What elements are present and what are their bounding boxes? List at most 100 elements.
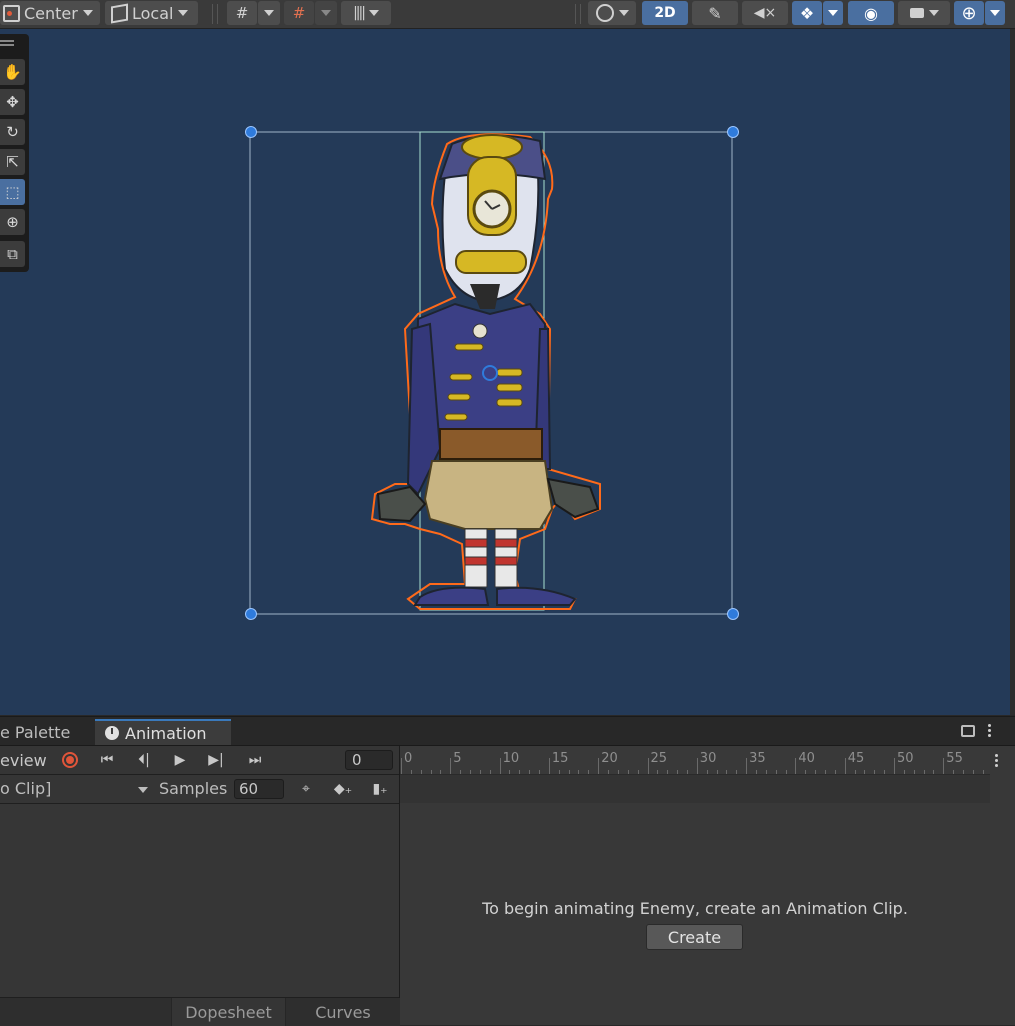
grid-snap-dropdown[interactable] (258, 1, 280, 25)
gizmos-dropdown[interactable] (985, 1, 1005, 25)
mode-2d-toggle[interactable]: 2D (642, 1, 688, 25)
ruler-tick (795, 758, 797, 774)
ruler-tick (657, 770, 659, 774)
tab-label: Animation (125, 723, 207, 743)
animation-panel: e Palette Animation eview ⏮ ⏴| ▶ ▶| ⏭ 0 … (0, 716, 1015, 1026)
ruler-tick (736, 770, 738, 774)
effects-dropdown[interactable] (823, 1, 843, 25)
rotate-tool-button[interactable]: ↻ (0, 119, 25, 145)
timeline-menu-icon[interactable] (994, 753, 1000, 769)
ruler-tick (972, 770, 974, 774)
preview-toggle[interactable]: eview (0, 746, 50, 774)
effects-toggle[interactable]: ❖ (792, 1, 822, 25)
audio-toggle[interactable]: ◀× (742, 1, 788, 25)
ruler-tick (726, 770, 728, 774)
clip-dropdown[interactable]: o Clip] (0, 775, 155, 803)
ruler-tick-label: 40 (798, 751, 815, 766)
lighting-toggle[interactable]: ✎ (692, 1, 738, 25)
clip-row: o Clip] Samples 60 ⌖ ◆₊ ▮₊ (0, 775, 399, 804)
camera-dropdown[interactable] (898, 1, 950, 25)
timeline-ruler[interactable]: 0 5 10 15 20 25 30 35 40 45 50 55 (400, 746, 990, 775)
ruler-tick (706, 770, 708, 774)
eye-hidden-icon: ◉ (864, 3, 878, 23)
hand-tool-button[interactable]: ✋ (0, 59, 25, 85)
space-dropdown[interactable]: Local (105, 1, 198, 25)
ruler-tick-label: 45 (847, 751, 865, 766)
ruler-tick (430, 770, 432, 774)
ruler-tick (470, 770, 472, 774)
grid-snap-toggle[interactable]: # (227, 1, 257, 25)
ruler-tick-label: 50 (897, 751, 914, 766)
scene-toolbar: Center Local # # |||| 2D ✎ ◀× ❖ ◉ ⊕ (0, 0, 1015, 29)
ruler-tick (608, 770, 610, 774)
samples-field[interactable]: 60 (234, 779, 284, 799)
ruler-tick (775, 770, 777, 774)
rect-handle-bottom-left[interactable] (245, 608, 257, 620)
lock-icon[interactable] (961, 725, 975, 737)
scene-view[interactable] (0, 29, 1010, 715)
tool-strip-grip-icon[interactable] (0, 40, 14, 42)
gizmos-toggle[interactable]: ⊕ (954, 1, 984, 25)
rect-tool-button[interactable]: ⬚ (0, 179, 25, 205)
chevron-down-icon (178, 10, 189, 16)
ruler-tick-label: 10 (502, 751, 520, 766)
tab-tile-palette[interactable]: e Palette (0, 719, 95, 745)
ruler-tick (923, 770, 925, 774)
add-event-button[interactable]: ▮₊ (364, 775, 396, 803)
cube-icon (111, 3, 128, 23)
rect-transform-icon: ⬚ (5, 183, 20, 201)
increment-snap-toggle[interactable]: # (284, 1, 314, 25)
increment-snap-dropdown[interactable] (315, 1, 337, 25)
dopesheet-tab[interactable]: Dopesheet (171, 998, 285, 1026)
custom-tool-button[interactable]: ⧉ (0, 241, 25, 267)
scale-tool-button[interactable]: ⇱ (0, 149, 25, 175)
ruler-tick (440, 770, 442, 774)
scene-scrollbar[interactable] (1010, 29, 1015, 715)
filter-by-selection-button[interactable]: ⌖ (290, 775, 322, 803)
ruler-tick (677, 770, 679, 774)
move-tool-button[interactable]: ✥ (0, 89, 25, 115)
custom-tool-icon: ⧉ (7, 245, 18, 263)
chevron-down-icon (138, 787, 148, 793)
first-frame-button[interactable]: ⏮ (90, 746, 124, 774)
grid-visibility-dropdown[interactable]: |||| (341, 1, 391, 25)
play-button[interactable]: ▶ (165, 746, 195, 774)
add-keyframe-icon: ◆₊ (333, 781, 353, 797)
panel-menu-icon[interactable] (987, 723, 993, 739)
rotate-icon: ↻ (6, 123, 19, 141)
transform-tool-button[interactable]: ⊕ (0, 209, 25, 235)
ruler-tick (854, 770, 856, 774)
current-frame-field[interactable]: 0 (345, 750, 393, 770)
rect-handle-bottom-right[interactable] (727, 608, 739, 620)
draw-mode-dropdown[interactable] (588, 1, 636, 25)
record-button[interactable] (55, 746, 85, 774)
tab-animation[interactable]: Animation (95, 719, 231, 745)
panel-tab-bar: e Palette Animation (0, 717, 1015, 746)
pivot-dropdown[interactable]: Center (0, 1, 100, 25)
hand-icon: ✋ (3, 63, 22, 81)
curves-tab[interactable]: Curves (285, 998, 400, 1026)
rect-handle-top-left[interactable] (245, 126, 257, 138)
dopesheet-label: Dopesheet (185, 1002, 272, 1022)
ruler-tick (746, 758, 748, 774)
ruler-tick (982, 770, 984, 774)
previous-frame-button[interactable]: ⏴| (128, 746, 160, 774)
animation-controls: eview ⏮ ⏴| ▶ ▶| ⏭ 0 (0, 746, 399, 775)
space-label: Local (132, 3, 174, 23)
last-frame-button[interactable]: ⏭ (238, 746, 272, 774)
event-track[interactable] (400, 775, 990, 803)
ruler-tick (874, 770, 876, 774)
samples-value: 60 (239, 780, 259, 798)
ruler-tick (647, 758, 649, 774)
add-keyframe-button[interactable]: ◆₊ (326, 775, 360, 803)
shading-mode-icon (595, 4, 614, 22)
ruler-tick-label: 30 (699, 751, 717, 766)
ruler-tick (617, 770, 619, 774)
next-frame-button[interactable]: ▶| (200, 746, 232, 774)
create-label: Create (667, 927, 722, 947)
empty-clip-message: To begin animating Enemy, create an Anim… (482, 899, 908, 918)
rect-handle-top-right[interactable] (727, 126, 739, 138)
property-list (0, 804, 399, 997)
create-clip-button[interactable]: Create (646, 924, 743, 950)
scene-visibility-toggle[interactable]: ◉ (848, 1, 894, 25)
